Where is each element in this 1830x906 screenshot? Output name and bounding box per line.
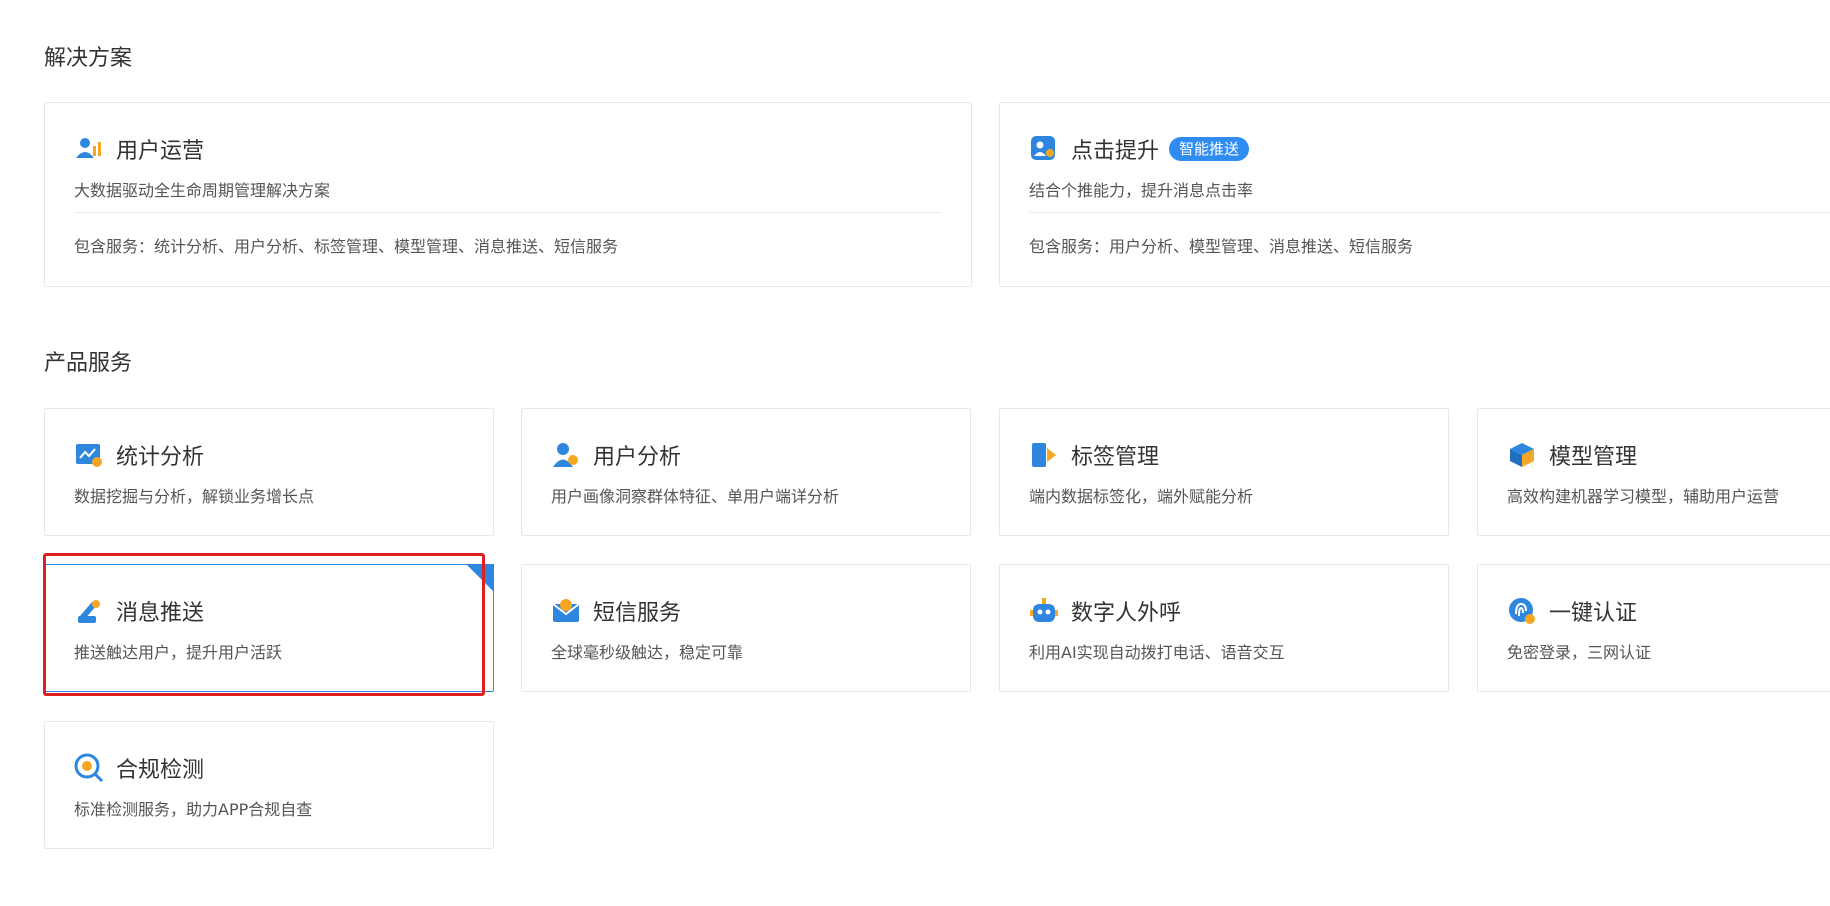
- product-desc: 推送触达用户，提升用户活跃: [74, 643, 283, 662]
- solution-title: 用户运营: [116, 139, 205, 164]
- product-title: 消息推送: [116, 601, 205, 626]
- products-section-title: 产品服务: [44, 351, 133, 376]
- product-card-digital-caller[interactable]: 数字人外呼 利用AI实现自动拨打电话、语音交互: [999, 564, 1449, 692]
- solution-card-click-boost[interactable]: 点击提升 智能推送 结合个推能力，提升消息点击率 包含服务：用户分析、模型管理、…: [999, 102, 1830, 287]
- selected-corner-marker: [466, 564, 494, 592]
- tag-icon: [1032, 443, 1056, 467]
- divider: [74, 212, 942, 213]
- product-card-sms[interactable]: 短信服务 全球毫秒级触达，稳定可靠: [521, 564, 971, 692]
- product-title: 数字人外呼: [1071, 601, 1182, 626]
- product-title: 统计分析: [116, 445, 205, 470]
- product-card-user-analysis[interactable]: 用户分析 用户画像洞察群体特征、单用户端详分析: [521, 408, 971, 536]
- user-operation-icon: [76, 138, 101, 158]
- user-analysis-icon: [553, 443, 578, 467]
- solution-services: 包含服务：统计分析、用户分析、标签管理、模型管理、消息推送、短信服务: [74, 237, 619, 256]
- compliance-icon: [74, 753, 104, 783]
- product-desc: 标准检测服务，助力APP合规自查: [74, 800, 313, 819]
- product-card-model-management[interactable]: 模型管理 高效构建机器学习模型，辅助用户运营: [1477, 408, 1830, 536]
- solution-card-user-operation[interactable]: 用户运营 大数据驱动全生命周期管理解决方案 包含服务：统计分析、用户分析、标签管…: [44, 102, 972, 287]
- product-desc: 高效构建机器学习模型，辅助用户运营: [1507, 487, 1780, 506]
- solutions-section-title: 解决方案: [44, 46, 133, 71]
- product-title: 合规检测: [116, 758, 205, 783]
- product-card-statistics[interactable]: 统计分析 数据挖掘与分析，解锁业务增长点: [44, 408, 494, 536]
- solution-desc: 大数据驱动全生命周期管理解决方案: [74, 181, 331, 200]
- product-card-compliance[interactable]: 合规检测 标准检测服务，助力APP合规自查: [44, 721, 494, 849]
- model-icon: [1510, 443, 1534, 467]
- solution-title: 点击提升: [1071, 139, 1160, 164]
- push-icon: [78, 600, 100, 623]
- product-desc: 免密登录，三网认证: [1507, 643, 1652, 662]
- product-desc: 用户画像洞察群体特征、单用户端详分析: [551, 487, 840, 506]
- fingerprint-icon: [1509, 598, 1535, 624]
- product-title: 标签管理: [1071, 445, 1160, 470]
- product-desc: 全球毫秒级触达，稳定可靠: [551, 643, 744, 662]
- click-boost-icon: [1031, 136, 1055, 160]
- product-desc: 端内数据标签化，端外赋能分析: [1029, 487, 1254, 506]
- product-desc: 利用AI实现自动拨打电话、语音交互: [1029, 643, 1285, 662]
- solution-desc: 结合个推能力，提升消息点击率: [1029, 181, 1254, 200]
- divider: [1029, 212, 1830, 213]
- product-title: 模型管理: [1549, 445, 1638, 470]
- product-title: 一键认证: [1549, 601, 1638, 626]
- sms-icon: [552, 599, 580, 622]
- product-card-one-click-auth[interactable]: 一键认证 免密登录，三网认证: [1477, 564, 1830, 692]
- product-desc: 数据挖掘与分析，解锁业务增长点: [74, 487, 315, 506]
- robot-icon: [1030, 598, 1058, 622]
- product-card-message-push[interactable]: 消息推送 推送触达用户，提升用户活跃: [44, 564, 494, 692]
- solution-services: 包含服务：用户分析、模型管理、消息推送、短信服务: [1029, 237, 1414, 256]
- product-title: 用户分析: [593, 445, 682, 470]
- product-title: 短信服务: [593, 601, 682, 626]
- product-card-tag-management[interactable]: 标签管理 端内数据标签化，端外赋能分析: [999, 408, 1449, 536]
- smart-push-badge: 智能推送: [1169, 137, 1250, 161]
- statistics-icon: [76, 444, 102, 467]
